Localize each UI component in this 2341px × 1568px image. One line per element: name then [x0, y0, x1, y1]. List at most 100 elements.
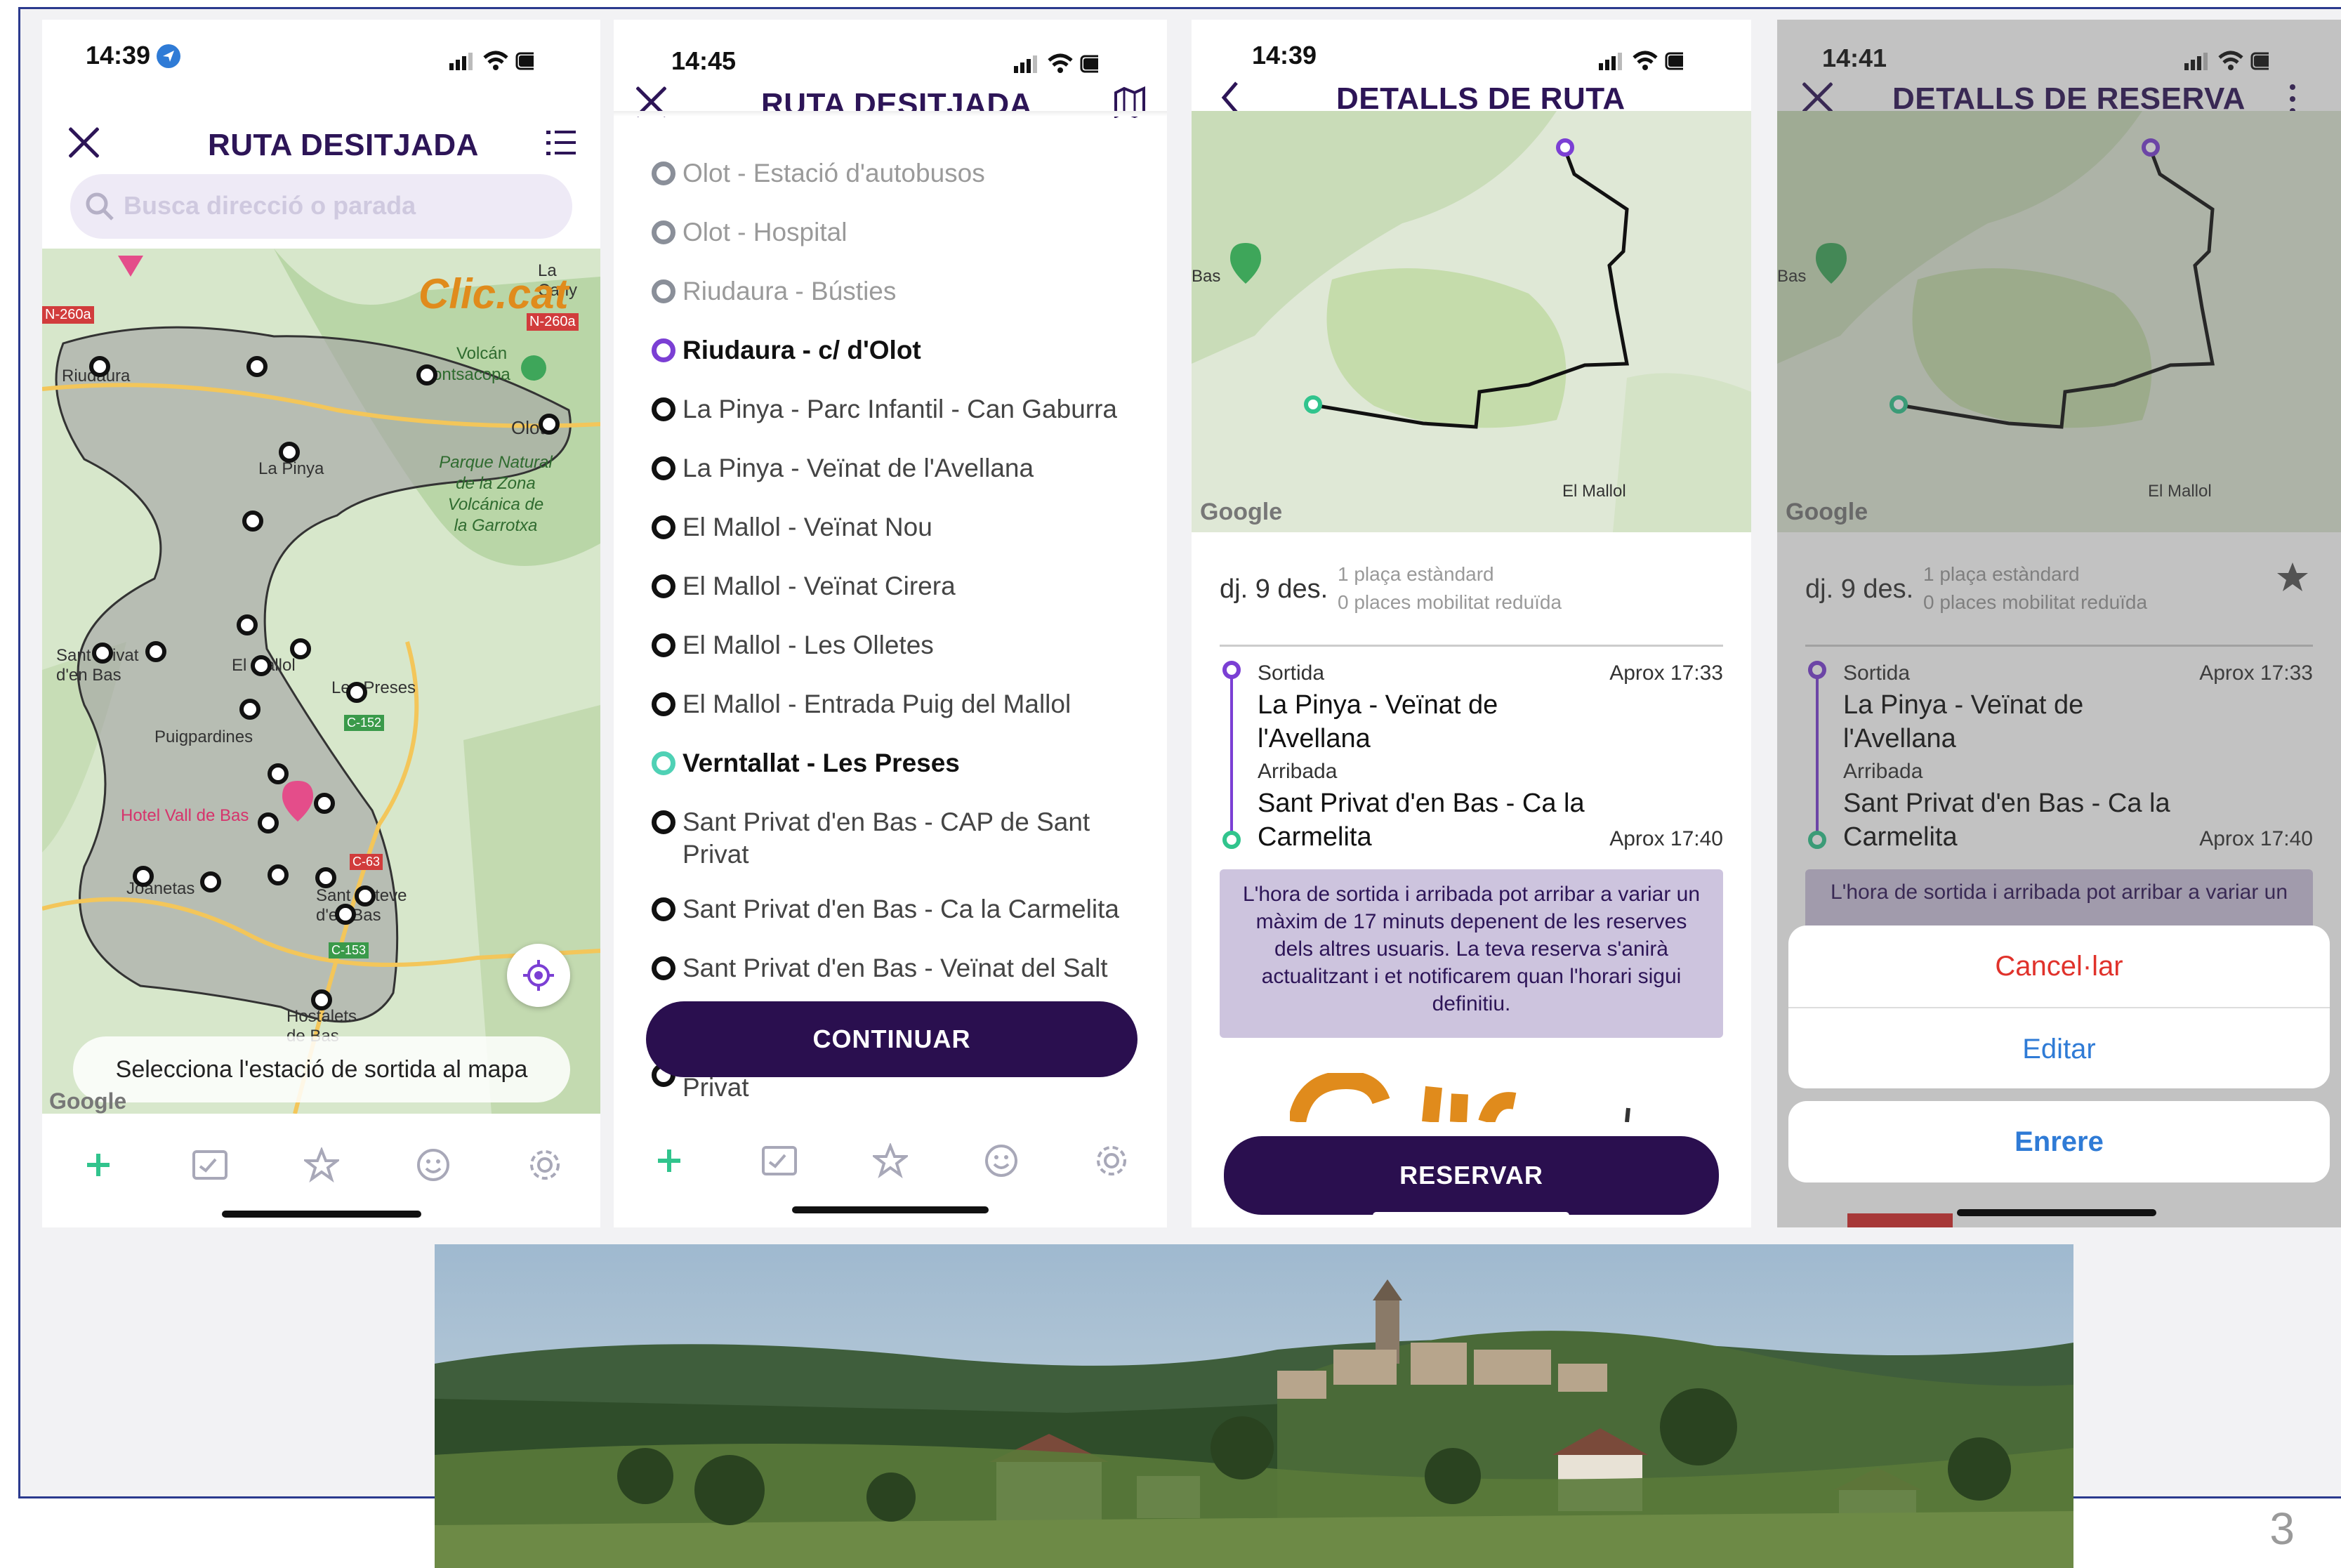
village-photo-graphic: [435, 1244, 2073, 1568]
status-time: 14:39: [1252, 41, 1317, 70]
tab-profile[interactable]: [412, 1144, 454, 1186]
arrival-time: Aprox 17:40: [1609, 827, 1723, 850]
tab-favorites[interactable]: [869, 1140, 911, 1182]
notice-box: L'hora de sortida i arribada pot arribar…: [1220, 869, 1723, 1038]
stop-item[interactable]: Sant Privat d'en Bas - CAP de Sant Priva…: [652, 806, 1143, 893]
stop-name: Verntallat - Les Preses: [682, 749, 960, 777]
home-indicator: [792, 1206, 989, 1213]
close-icon[interactable]: [67, 126, 100, 159]
stop-item[interactable]: Sant Privat d'en Bas - Ca la Carmelita: [652, 893, 1143, 952]
stop-item[interactable]: El Mallol - Veïnat Cirera: [652, 570, 1143, 629]
stop-dot-icon: [652, 956, 675, 980]
arrival-stop: Sant Privat d'en Bas - Ca la Carmelita: [1258, 789, 1585, 852]
stop-dot-icon: [652, 515, 675, 539]
stop-item[interactable]: Sant Privat d'en Bas - Veïnat del Salt: [652, 952, 1143, 1001]
route-timeline: [1222, 661, 1241, 849]
google-logo: Google: [49, 1088, 127, 1114]
tab-settings[interactable]: [1090, 1140, 1133, 1182]
stop-dot-icon: [652, 220, 675, 244]
arrival-label: Arribada: [1258, 760, 1338, 783]
reserve-button[interactable]: RESERVAR: [1224, 1136, 1719, 1215]
seats-standard: 1 plaça estàndard: [1338, 563, 1494, 585]
map-label: El Mallol: [1562, 482, 1626, 501]
stop-dot-icon: [652, 692, 675, 716]
ticket-icon: [192, 1150, 227, 1180]
stop-item[interactable]: Olot - Estació d'autobusos: [652, 157, 1143, 216]
google-logo: Google: [1200, 499, 1283, 525]
map[interactable]: La Cany N-260a N-260a Clic.cat Volcán Mo…: [42, 249, 600, 1114]
star-icon: [872, 1143, 908, 1178]
stop-name: Sant Privat d'en Bas - Veïnat del Salt: [682, 954, 1108, 982]
search-placeholder: Busca direcció o parada: [124, 191, 416, 220]
stop-item[interactable]: La Pinya - Veïnat de l'Avellana: [652, 452, 1143, 511]
stop-dot-icon: [652, 633, 675, 657]
stop-dot-icon: [652, 810, 675, 834]
star-icon: [303, 1147, 339, 1182]
stop-name: El Mallol - Entrada Puig del Mallol: [682, 690, 1071, 718]
status-time: 14:45: [671, 46, 737, 75]
stop-name: El Mallol - Veïnat Nou: [682, 513, 932, 541]
map-label: Bas: [1192, 267, 1221, 286]
stop-item[interactable]: El Mallol - Les Olletes: [652, 629, 1143, 688]
screen-detalls-ruta: 14:39 DETALLS DE RUTA Bas El Mallol Goog…: [1192, 20, 1751, 1227]
stop-dot-icon: [652, 456, 675, 480]
status-icons: [449, 51, 534, 70]
tab-settings[interactable]: [524, 1144, 566, 1186]
stop-item[interactable]: El Mallol - Veïnat Nou: [652, 511, 1143, 570]
stop-name: Olot - Estació d'autobusos: [682, 159, 985, 187]
stop-item[interactable]: La Pinya - Parc Infantil - Can Gaburra: [652, 393, 1143, 452]
search-icon: [86, 192, 114, 220]
tab-favorites[interactable]: [301, 1144, 343, 1186]
stop-dot-icon: [652, 162, 675, 185]
stop-dot-icon: [652, 897, 675, 921]
tab-bar: [614, 1129, 1167, 1192]
list-item[interactable]: Privat: [652, 1063, 749, 1102]
tab-add[interactable]: [648, 1140, 690, 1182]
stop-dot-icon: [652, 279, 675, 303]
stop-name: Privat: [682, 1073, 749, 1102]
divider: [1220, 645, 1723, 647]
tab-bookings[interactable]: [758, 1140, 800, 1182]
search-input[interactable]: Busca direcció o parada: [70, 174, 572, 239]
tab-profile[interactable]: [980, 1140, 1022, 1182]
stop-item[interactable]: Olot - Hospital: [652, 216, 1143, 275]
stop-dot-icon: [652, 574, 675, 598]
continue-button[interactable]: CONTINUAR: [646, 1001, 1137, 1077]
stop-item[interactable]: Riudaura - Bústies: [652, 275, 1143, 334]
back-chevron-icon[interactable]: [1220, 80, 1241, 115]
tab-add[interactable]: [77, 1144, 119, 1186]
target-icon: [523, 960, 554, 991]
route-map[interactable]: Bas El Mallol Google: [1192, 111, 1751, 532]
list-icon[interactable]: [546, 128, 577, 159]
edit-button[interactable]: Editar: [1788, 1008, 2330, 1088]
stop-name: El Mallol - Veïnat Cirera: [682, 572, 956, 600]
stop-name: Riudaura - c/ d'Olot: [682, 336, 921, 364]
status-time: 14:39: [86, 41, 151, 70]
home-indicator: [1373, 1212, 1569, 1219]
stop-dot-icon: [652, 338, 675, 362]
cancel-booking-button[interactable]: Cancel·lar: [1788, 925, 2330, 1008]
screen-ruta-desitjada-list: 14:45 RUTA DESITJADA Olot - Estació d'au…: [614, 20, 1167, 1227]
back-button[interactable]: Enrere: [1788, 1101, 2330, 1182]
page-title: RUTA DESITJADA: [208, 128, 479, 162]
screen-detalls-reserva: 14:41 DETALLS DE RESERVA Bas El Mallol G…: [1777, 20, 2341, 1227]
stop-dot-icon: [652, 751, 675, 775]
stop-name: La Pinya - Veïnat de l'Avellana: [682, 454, 1034, 482]
gear-icon: [1097, 1146, 1127, 1175]
ticket-icon: [762, 1146, 798, 1175]
stop-name: Sant Privat d'en Bas - Ca la Carmelita: [682, 895, 1119, 923]
smiley-icon: [984, 1145, 1017, 1177]
home-indicator: [1957, 1209, 2156, 1216]
action-sheet-cancel: Enrere: [1788, 1101, 2330, 1182]
home-indicator: [222, 1211, 421, 1218]
clic-cat-logo-partial: [1290, 1073, 1630, 1122]
recenter-button[interactable]: [507, 944, 570, 1007]
stop-item[interactable]: El Mallol - Entrada Puig del Mallol: [652, 688, 1143, 747]
screen-ruta-desitjada-map: 14:39 RUTA DESITJADA Busca direcció o pa…: [42, 20, 600, 1227]
stop-name: La Pinya - Parc Infantil - Can Gaburra: [682, 395, 1118, 423]
tab-bookings[interactable]: [189, 1144, 231, 1186]
stop-item[interactable]: Riudaura - c/ d'Olot: [652, 334, 1143, 393]
status-icons: [1014, 53, 1098, 73]
stop-item[interactable]: Verntallat - Les Preses: [652, 747, 1143, 806]
village-photo: [435, 1244, 2073, 1568]
